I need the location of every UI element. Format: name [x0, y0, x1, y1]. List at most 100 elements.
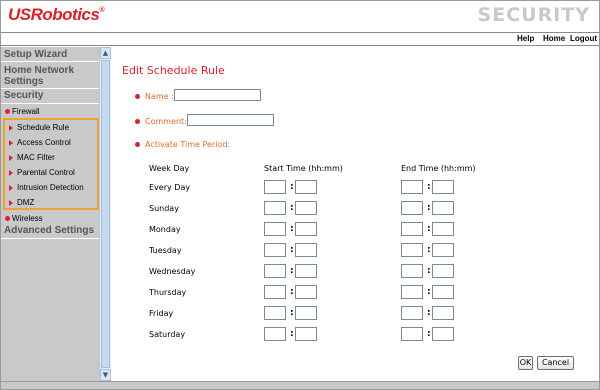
- time-separator: :: [290, 329, 294, 339]
- comment-field[interactable]: [187, 114, 274, 126]
- start-hour-input[interactable]: [264, 264, 286, 278]
- usrobotics-logo: USRobotics®: [8, 5, 105, 24]
- sidebar-item-setup-wizard[interactable]: Setup Wizard: [1, 49, 99, 62]
- start-minute-input[interactable]: [295, 264, 317, 278]
- sidebar-item-security[interactable]: Security: [1, 90, 99, 104]
- sidebar-item-advanced-settings[interactable]: Advanced Settings: [1, 225, 99, 239]
- ok-button[interactable]: OK: [518, 356, 533, 370]
- end-minute-input[interactable]: [432, 306, 454, 320]
- start-hour-input[interactable]: [264, 327, 286, 341]
- end-minute-input[interactable]: [432, 222, 454, 236]
- triangle-right-icon: [9, 154, 13, 161]
- sidebar-item-parental-control[interactable]: Parental Control: [9, 168, 75, 177]
- end-minute-input[interactable]: [432, 180, 454, 194]
- start-hour-input[interactable]: [264, 180, 286, 194]
- end-minute-input[interactable]: [432, 264, 454, 278]
- sidebar-item-intrusion-detection[interactable]: Intrusion Detection: [9, 183, 84, 192]
- cancel-button[interactable]: Cancel: [537, 356, 574, 370]
- start-hour-input[interactable]: [264, 201, 286, 215]
- scroll-up-icon[interactable]: ▲: [100, 47, 111, 59]
- activate-time-period-label: Activate Time Period:: [135, 140, 230, 149]
- end-minute-input[interactable]: [432, 243, 454, 257]
- help-link[interactable]: Help: [517, 34, 534, 43]
- comment-label: Comment:: [135, 117, 187, 126]
- start-minute-input[interactable]: [295, 180, 317, 194]
- browser-frame: USRobotics® SECURITY Help Home Logout Se…: [0, 0, 600, 390]
- sidebar-item-label: DMZ: [17, 198, 35, 207]
- bullet-icon: [5, 215, 10, 221]
- top-nav: Help Home Logout: [1, 32, 599, 46]
- col-weekday-header: Week Day: [149, 164, 190, 173]
- time-separator: :: [290, 224, 294, 234]
- sidebar: Setup Wizard Home Network Settings Secur…: [1, 47, 111, 381]
- scroll-thumb[interactable]: [101, 60, 110, 368]
- time-separator: :: [427, 308, 431, 318]
- sidebar-item-label: MAC Filter: [17, 153, 55, 162]
- day-label: Friday: [149, 309, 174, 318]
- start-hour-input[interactable]: [264, 222, 286, 236]
- time-separator: :: [427, 245, 431, 255]
- logout-link[interactable]: Logout: [570, 34, 597, 43]
- end-minute-input[interactable]: [432, 327, 454, 341]
- bullet-icon: [135, 94, 140, 99]
- start-minute-input[interactable]: [295, 285, 317, 299]
- end-hour-input[interactable]: [401, 285, 423, 299]
- section-title: SECURITY: [477, 4, 590, 26]
- day-label: Monday: [149, 225, 181, 234]
- sidebar-item-home-network-settings[interactable]: Home Network Settings: [1, 64, 99, 89]
- end-hour-input[interactable]: [401, 306, 423, 320]
- end-hour-input[interactable]: [401, 222, 423, 236]
- sidebar-scrollbar[interactable]: ▲ ▼: [99, 47, 111, 381]
- end-hour-input[interactable]: [401, 201, 423, 215]
- end-hour-input[interactable]: [401, 180, 423, 194]
- time-separator: :: [427, 287, 431, 297]
- page-header: USRobotics® SECURITY: [1, 1, 599, 32]
- time-separator: :: [290, 308, 294, 318]
- end-minute-input[interactable]: [432, 285, 454, 299]
- main-content: Edit Schedule Rule Name : Comment: Activ…: [112, 47, 599, 381]
- day-label: Saturday: [149, 330, 186, 339]
- time-separator: :: [427, 329, 431, 339]
- name-field[interactable]: [174, 89, 261, 101]
- start-minute-input[interactable]: [295, 327, 317, 341]
- time-separator: :: [290, 182, 294, 192]
- sidebar-item-mac-filter[interactable]: MAC Filter: [9, 153, 55, 162]
- time-separator: :: [290, 203, 294, 213]
- start-minute-input[interactable]: [295, 222, 317, 236]
- triangle-right-icon: [9, 139, 13, 146]
- start-minute-input[interactable]: [295, 243, 317, 257]
- day-label: Every Day: [149, 183, 191, 192]
- sidebar-item-label: Intrusion Detection: [17, 183, 84, 192]
- sidebar-item-label: Access Control: [17, 138, 71, 147]
- sidebar-item-label: Parental Control: [17, 168, 75, 177]
- sidebar-item-dmz[interactable]: DMZ: [9, 198, 34, 207]
- end-hour-input[interactable]: [401, 327, 423, 341]
- end-minute-input[interactable]: [432, 201, 454, 215]
- sidebar-item-access-control[interactable]: Access Control: [9, 138, 71, 147]
- day-label: Wednesday: [149, 267, 196, 276]
- scroll-down-icon[interactable]: ▼: [100, 369, 111, 381]
- col-start-time-header: Start Time (hh:mm): [264, 164, 343, 173]
- page-title: Edit Schedule Rule: [122, 64, 225, 77]
- sidebar-item-label: Settings: [4, 76, 44, 87]
- end-hour-input[interactable]: [401, 264, 423, 278]
- start-hour-input[interactable]: [264, 285, 286, 299]
- start-minute-input[interactable]: [295, 306, 317, 320]
- bullet-icon: [135, 119, 140, 124]
- time-separator: :: [427, 182, 431, 192]
- sidebar-item-firewall[interactable]: Firewall: [1, 106, 99, 116]
- home-link[interactable]: Home: [543, 34, 565, 43]
- sidebar-item-schedule-rule[interactable]: Schedule Rule: [9, 123, 69, 132]
- start-hour-input[interactable]: [264, 306, 286, 320]
- sidebar-item-label: Wireless: [12, 213, 43, 223]
- sidebar-item-wireless[interactable]: Wireless: [1, 213, 99, 223]
- time-separator: :: [427, 224, 431, 234]
- day-label: Tuesday: [149, 246, 182, 255]
- start-minute-input[interactable]: [295, 201, 317, 215]
- day-label: Thursday: [149, 288, 187, 297]
- sidebar-item-label: Firewall: [12, 106, 40, 116]
- start-hour-input[interactable]: [264, 243, 286, 257]
- end-hour-input[interactable]: [401, 243, 423, 257]
- triangle-right-icon: [9, 169, 13, 176]
- bottom-bar: [1, 381, 599, 389]
